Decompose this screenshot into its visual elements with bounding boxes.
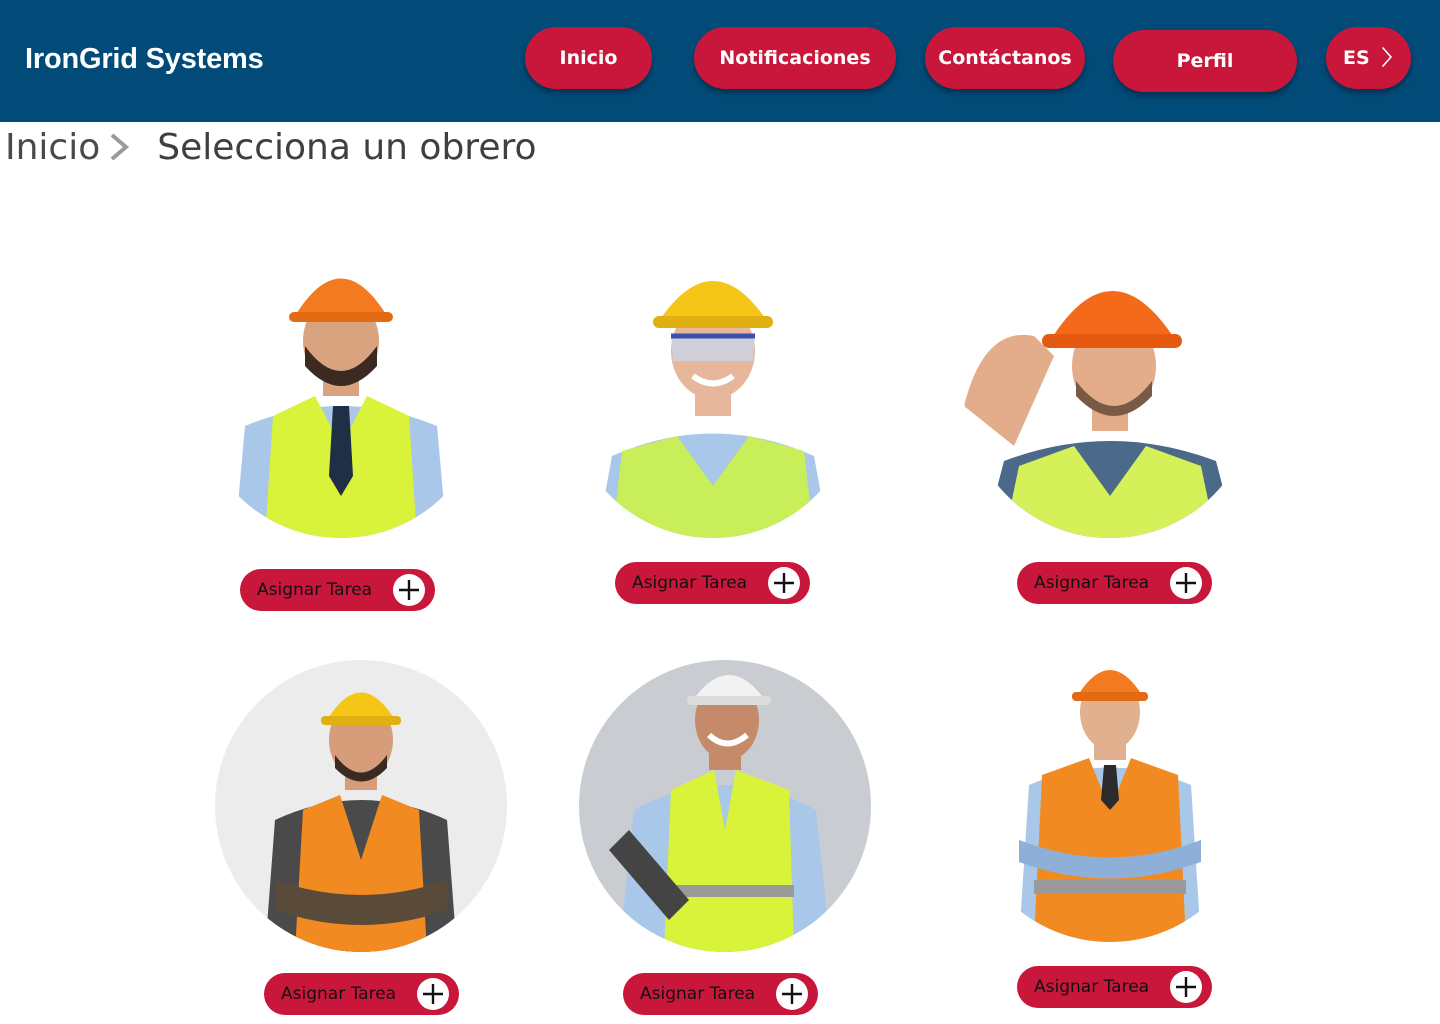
breadcrumb: Inicio Selecciona un obrero	[5, 122, 537, 172]
assign-task-label: Asignar Tarea	[632, 573, 748, 593]
nav-perfil-button[interactable]: Perfil	[1113, 30, 1297, 92]
worker-photo[interactable]	[567, 246, 859, 538]
assign-task-button[interactable]: Asignar Tarea	[1017, 966, 1212, 1008]
language-selector[interactable]: ES	[1326, 27, 1411, 89]
assign-task-button[interactable]: Asignar Tarea	[240, 569, 435, 611]
worker-photo[interactable]	[579, 660, 871, 952]
assign-task-button[interactable]: Asignar Tarea	[623, 973, 818, 1015]
worker-photo[interactable]	[195, 246, 487, 538]
nav-notificaciones-button[interactable]: Notificaciones	[694, 27, 896, 89]
worker-photo[interactable]	[964, 246, 1256, 538]
top-nav-bar: IronGrid Systems Inicio Notificaciones C…	[0, 0, 1440, 122]
plus-circle-icon	[1170, 567, 1202, 599]
assign-task-button[interactable]: Asignar Tarea	[264, 973, 459, 1015]
page-title: Selecciona un obrero	[157, 126, 537, 168]
assign-task-label: Asignar Tarea	[257, 580, 373, 600]
nav-inicio-button[interactable]: Inicio	[525, 27, 652, 89]
assign-task-label: Asignar Tarea	[1034, 573, 1150, 593]
plus-circle-icon	[776, 978, 808, 1010]
plus-circle-icon	[417, 978, 449, 1010]
chevron-right-icon	[108, 132, 130, 162]
worker-photo[interactable]	[964, 650, 1256, 942]
chevron-right-icon	[1381, 46, 1393, 73]
plus-circle-icon	[768, 567, 800, 599]
plus-circle-icon	[393, 574, 425, 606]
brand-logo-text[interactable]: IronGrid Systems	[25, 43, 264, 76]
worker-photo[interactable]	[215, 660, 507, 952]
nav-contactanos-button[interactable]: Contáctanos	[925, 27, 1085, 89]
breadcrumb-home-link[interactable]: Inicio	[5, 127, 100, 168]
assign-task-button[interactable]: Asignar Tarea	[1017, 562, 1212, 604]
assign-task-label: Asignar Tarea	[281, 984, 397, 1004]
plus-circle-icon	[1170, 971, 1202, 1003]
language-label: ES	[1343, 47, 1370, 69]
assign-task-label: Asignar Tarea	[640, 984, 756, 1004]
assign-task-label: Asignar Tarea	[1034, 977, 1150, 997]
assign-task-button[interactable]: Asignar Tarea	[615, 562, 810, 604]
